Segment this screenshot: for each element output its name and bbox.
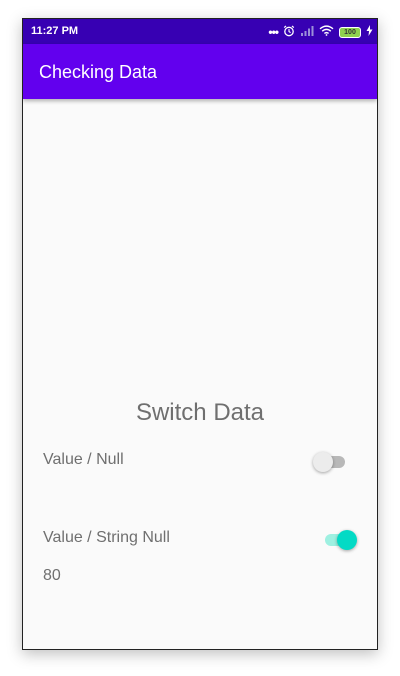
switch-thumb <box>313 452 333 472</box>
battery-icon: 100 <box>339 26 361 38</box>
status-time: 11:27 PM <box>31 25 79 37</box>
phone-screen: 11:27 PM ••• 100 Checking Data Switch Da… <box>22 18 378 650</box>
value-null-label: Value / Null <box>43 451 124 468</box>
app-bar: Checking Data <box>23 44 377 99</box>
section-title: Switch Data <box>135 399 265 426</box>
alarm-icon <box>283 25 295 40</box>
value-string-null-switch[interactable] <box>321 528 357 552</box>
more-dots-icon: ••• <box>268 25 279 39</box>
value-text: 80 <box>43 567 61 584</box>
status-icons: ••• 100 <box>268 23 373 41</box>
charging-icon <box>366 25 373 39</box>
wifi-icon <box>319 25 334 39</box>
switch-thumb <box>337 530 357 550</box>
status-bar: 11:27 PM ••• 100 <box>23 19 377 44</box>
value-string-null-label: Value / String Null <box>43 529 170 546</box>
signal-icon <box>300 25 314 39</box>
app-title: Checking Data <box>39 62 158 82</box>
value-null-switch[interactable] <box>313 450 349 474</box>
